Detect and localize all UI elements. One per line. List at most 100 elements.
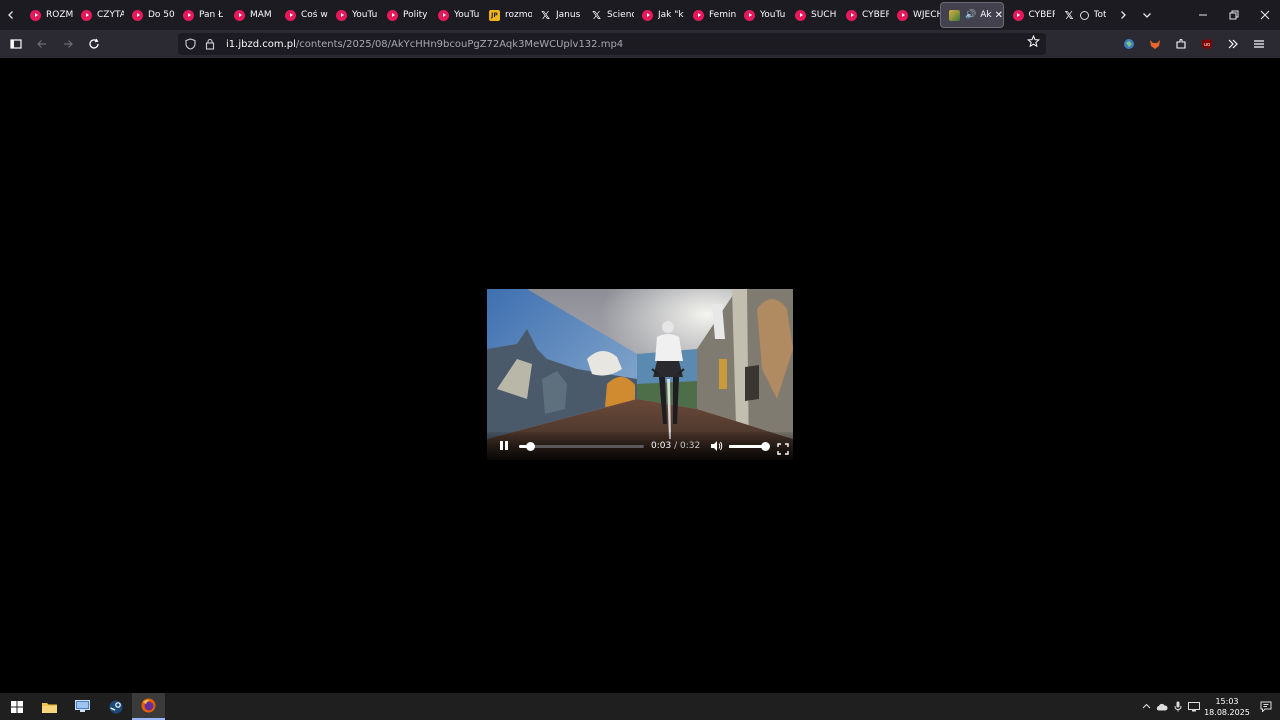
tab[interactable]: CZYTA (73, 2, 124, 28)
tab[interactable]: YouTu (736, 2, 787, 28)
tab[interactable]: WJECH (889, 2, 940, 28)
tab[interactable]: 𝕏 Janus (532, 2, 583, 28)
tab[interactable]: YouTu (430, 2, 481, 28)
tab-title: rozmo (505, 10, 532, 20)
site-info-lock-icon[interactable] (202, 36, 218, 52)
minimize-button[interactable] (1187, 0, 1218, 30)
tab[interactable]: Femin (685, 2, 736, 28)
restore-icon (1229, 10, 1238, 20)
tab-title: Jak "k (658, 10, 684, 20)
extensions-button[interactable] (1168, 32, 1194, 56)
tab[interactable]: Coś w (277, 2, 328, 28)
forward-button[interactable] (56, 32, 80, 56)
jbzd-favicon-icon (949, 9, 960, 21)
youtube-favicon-icon (285, 9, 296, 21)
more-tools-button[interactable] (1220, 32, 1246, 56)
tab[interactable]: CYBER (838, 2, 889, 28)
remote-desktop-taskbar-button[interactable] (66, 693, 99, 720)
tab[interactable]: Do 50 (124, 2, 175, 28)
cloud-icon (1156, 703, 1168, 710)
youtube-favicon-icon (795, 9, 806, 21)
chevron-right-icon (1121, 11, 1126, 19)
video-player[interactable]: 0:03 / 0:32 (487, 289, 793, 460)
onedrive-tray-button[interactable] (1154, 693, 1170, 720)
volume-thumb[interactable] (760, 441, 770, 451)
tab-title: YouTu (454, 10, 480, 20)
tab[interactable]: ROZM (22, 2, 73, 28)
tab-title: CYBER (862, 10, 889, 20)
sidebar-toggle-button[interactable] (4, 32, 28, 56)
window-controls (1187, 0, 1280, 30)
taskbar-clock[interactable]: 15:03 18.08.2025 (1202, 696, 1252, 718)
double-chevron-right-icon (1228, 39, 1238, 49)
tab[interactable]: JP rozmo (481, 2, 532, 28)
bookmark-star-button[interactable] (1026, 34, 1041, 52)
current-time: 0:03 (651, 441, 672, 451)
tab[interactable]: YouTu (328, 2, 379, 28)
microphone-tray-button[interactable] (1170, 693, 1186, 720)
vpn-extension-button[interactable] (1116, 32, 1142, 56)
tab-title: Do 50 (148, 10, 175, 20)
tab-active[interactable]: 🔊 AkY✕ (940, 2, 1004, 28)
seek-thumb[interactable] (526, 441, 536, 451)
tab[interactable]: Polity (379, 2, 430, 28)
close-window-button[interactable] (1249, 0, 1280, 30)
mute-button[interactable] (709, 439, 723, 453)
circle-icon (1079, 10, 1089, 20)
tab-title: Polity (403, 10, 428, 20)
tab-audio-playing-icon[interactable]: 🔊 (965, 10, 976, 20)
youtube-favicon-icon (1012, 9, 1024, 21)
tab[interactable]: CYBER (1005, 2, 1055, 28)
navigation-toolbar: i1.jbzd.com.pl/contents/2025/08/AkYcHHn9… (0, 30, 1280, 58)
shield-icon (184, 38, 196, 50)
fullscreen-icon (777, 443, 789, 455)
tab[interactable]: Jak "k (634, 2, 685, 28)
x-favicon-icon: 𝕏 (592, 8, 601, 22)
tab[interactable]: MAM (226, 2, 277, 28)
pause-button[interactable] (497, 439, 511, 453)
start-button[interactable] (0, 693, 33, 720)
puzzle-icon (1176, 38, 1186, 49)
volume-level (729, 444, 766, 448)
fox-extension-icon (1150, 40, 1160, 49)
tab[interactable]: 𝕏 Scienc (583, 2, 633, 28)
tab[interactable]: SUCH (787, 2, 838, 28)
svg-text:uo: uo (1204, 42, 1210, 48)
fox-extension-button[interactable] (1142, 32, 1168, 56)
steam-taskbar-button[interactable] (99, 693, 132, 720)
reload-button[interactable] (82, 32, 106, 56)
tab-title: YouTu (352, 10, 378, 20)
monitor-icon (75, 700, 90, 712)
windows-taskbar: 15:03 18.08.2025 (0, 693, 1280, 720)
x-favicon-icon: 𝕏 (541, 8, 550, 22)
firefox-taskbar-button[interactable] (132, 693, 165, 720)
notification-center-button[interactable] (1252, 701, 1280, 712)
close-tab-icon[interactable]: ✕ (995, 10, 1003, 21)
windows-logo-icon (10, 700, 23, 713)
tab-title: Femin (709, 10, 736, 20)
arrow-left-icon (37, 40, 46, 48)
seek-slider[interactable] (519, 441, 644, 451)
list-all-tabs-button[interactable] (1136, 0, 1158, 30)
fullscreen-button[interactable] (777, 440, 789, 455)
restore-button[interactable] (1218, 0, 1249, 30)
youtube-favicon-icon (30, 9, 41, 21)
scroll-tabs-left-button[interactable] (0, 0, 22, 30)
show-hidden-icons-button[interactable] (1138, 693, 1154, 720)
tab[interactable]: Pan Ł (175, 2, 226, 28)
address-bar[interactable]: i1.jbzd.com.pl/contents/2025/08/AkYcHHn9… (178, 33, 1046, 55)
network-tray-button[interactable] (1186, 693, 1202, 720)
ublock-shield-icon: uo (1202, 39, 1212, 49)
folder-icon (42, 702, 57, 713)
tab[interactable]: 𝕏 Tota (1056, 2, 1106, 28)
tracking-protection-shield-icon[interactable] (182, 36, 198, 52)
file-explorer-taskbar-button[interactable] (33, 693, 66, 720)
scroll-tabs-right-button[interactable] (1112, 0, 1134, 30)
app-menu-button[interactable] (1246, 32, 1272, 56)
tab-title: ROZM (46, 10, 73, 20)
network-monitor-icon (1188, 701, 1200, 711)
volume-slider[interactable] (729, 441, 770, 451)
reload-icon (89, 38, 99, 49)
ublock-extension-button[interactable]: uo (1194, 32, 1220, 56)
back-button[interactable] (30, 32, 54, 56)
